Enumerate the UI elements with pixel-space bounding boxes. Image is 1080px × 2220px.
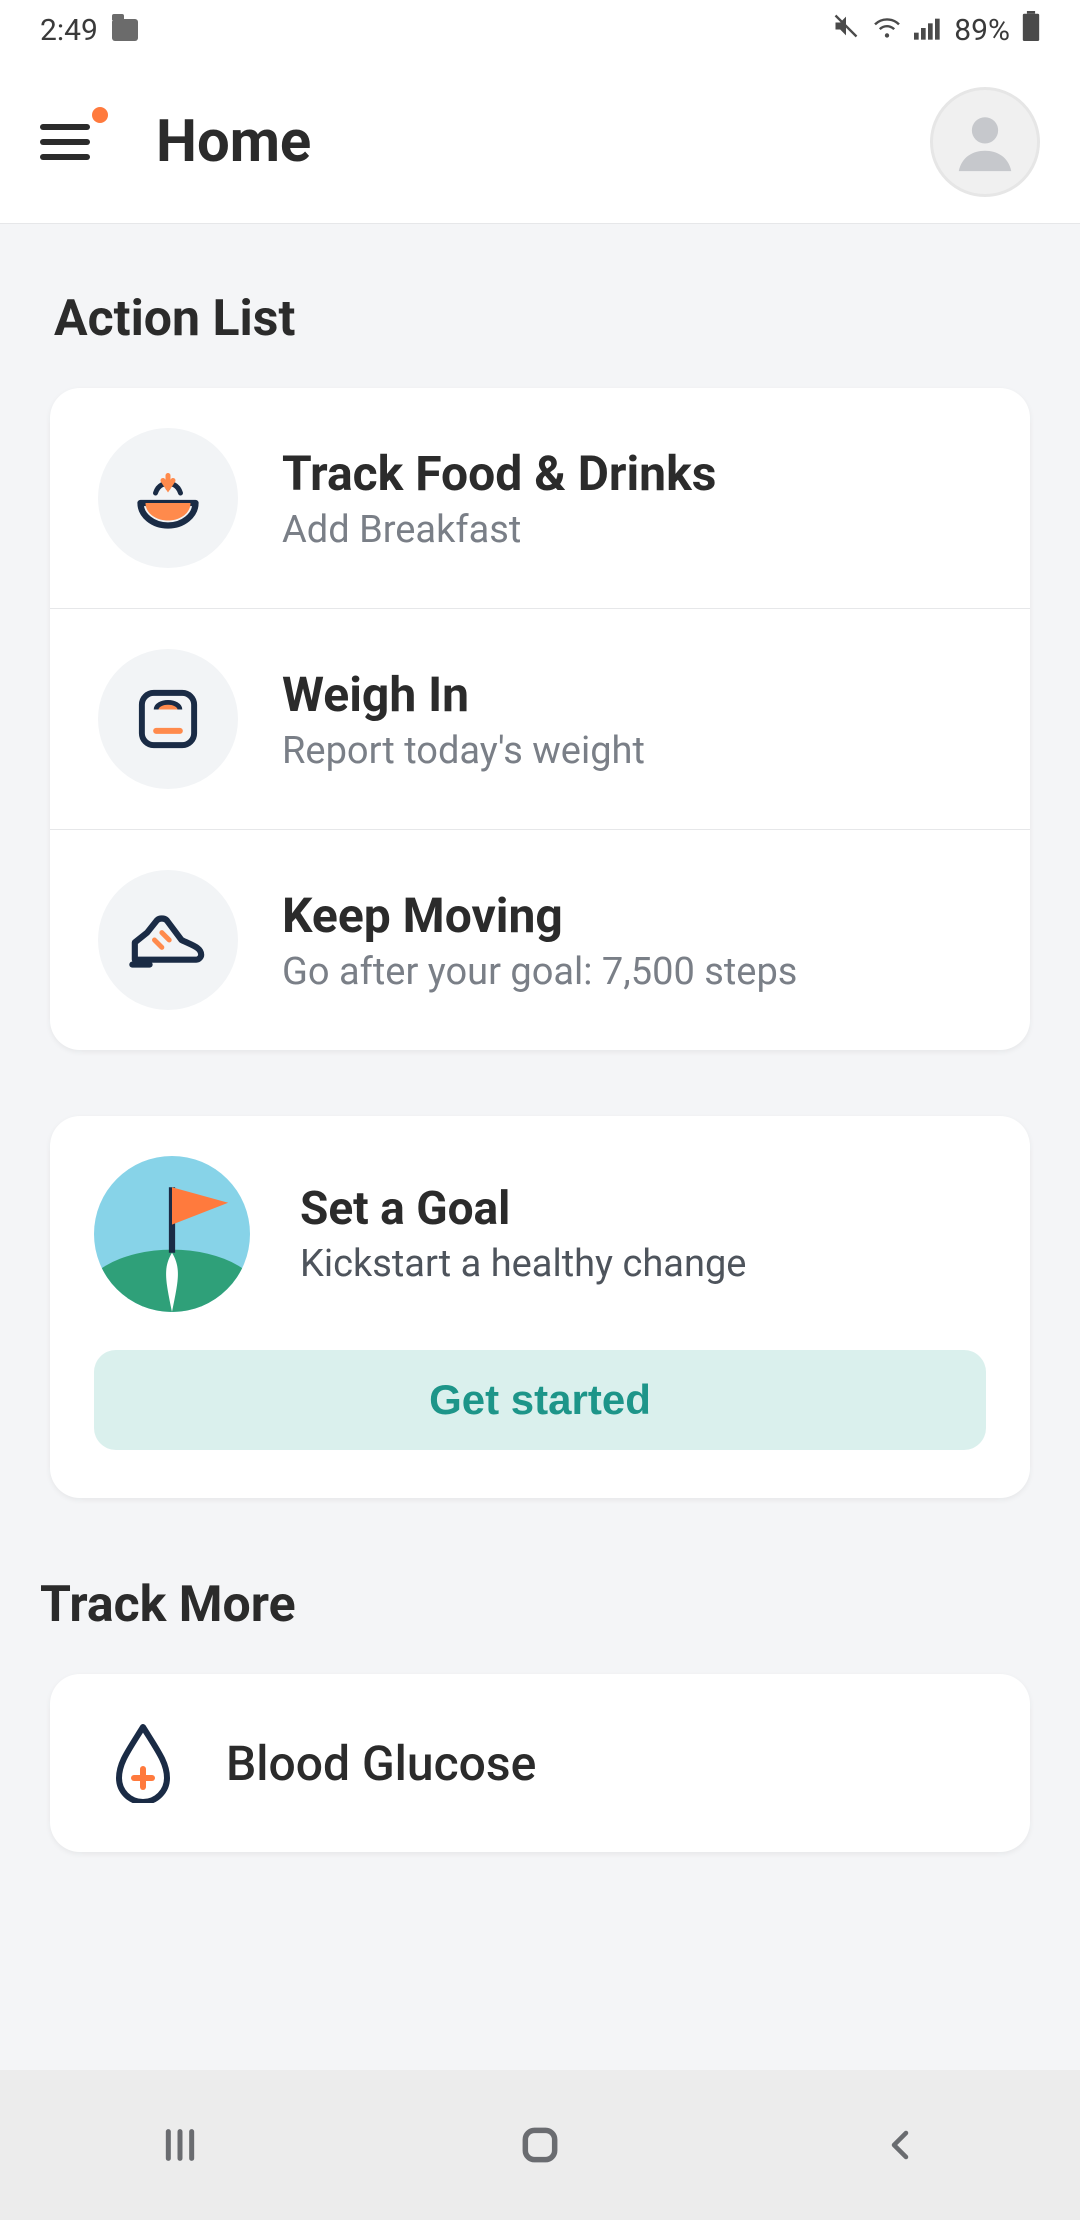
page-title: Home [156, 108, 311, 176]
action-title: Weigh In [282, 666, 645, 723]
action-subtitle: Go after your goal: 7,500 steps [282, 950, 797, 994]
action-track-food[interactable]: Track Food & Drinks Add Breakfast [50, 388, 1030, 608]
track-blood-glucose[interactable]: Blood Glucose [50, 1674, 1030, 1852]
goal-text: Set a Goal Kickstart a healthy change [300, 1182, 746, 1286]
status-bar: 2:49 89% [0, 0, 1080, 60]
action-list-card: Track Food & Drinks Add Breakfast Weigh … [50, 388, 1030, 1050]
home-button[interactable] [500, 2105, 580, 2185]
action-keep-moving-text: Keep Moving Go after your goal: 7,500 st… [282, 887, 797, 994]
action-track-food-text: Track Food & Drinks Add Breakfast [282, 445, 716, 552]
goal-title: Set a Goal [300, 1182, 746, 1236]
shoe-icon [98, 870, 238, 1010]
goal-subtitle: Kickstart a healthy change [300, 1242, 746, 1286]
recent-apps-button[interactable] [140, 2105, 220, 2185]
action-subtitle: Report today's weight [282, 729, 645, 773]
action-subtitle: Add Breakfast [282, 508, 716, 552]
track-more-card: Blood Glucose [50, 1674, 1030, 1852]
signal-icon [914, 13, 942, 48]
status-left: 2:49 [40, 13, 138, 48]
scale-icon [98, 649, 238, 789]
set-goal-card: Set a Goal Kickstart a healthy change Ge… [50, 1116, 1030, 1498]
app-header: Home [0, 60, 1080, 224]
section-title-track-more: Track More [0, 1498, 1080, 1674]
hamburger-icon [40, 124, 90, 160]
folder-icon [112, 19, 138, 41]
profile-avatar[interactable] [930, 87, 1040, 197]
battery-icon [1022, 11, 1040, 49]
status-right: 89% [832, 11, 1040, 49]
menu-button[interactable] [40, 117, 96, 167]
battery-text: 89% [954, 13, 1010, 48]
android-nav-bar [0, 2070, 1080, 2220]
action-keep-moving[interactable]: Keep Moving Go after your goal: 7,500 st… [50, 829, 1030, 1050]
back-button[interactable] [860, 2105, 940, 2185]
action-weigh-in[interactable]: Weigh In Report today's weight [50, 608, 1030, 829]
status-time: 2:49 [40, 13, 98, 48]
action-title: Track Food & Drinks [282, 445, 716, 502]
wifi-icon [872, 13, 902, 48]
action-title: Keep Moving [282, 887, 797, 944]
bowl-icon [98, 428, 238, 568]
mute-icon [832, 12, 860, 48]
section-title-action-list: Action List [0, 224, 1080, 388]
track-more-item-title: Blood Glucose [226, 1735, 536, 1792]
blood-drop-icon [108, 1718, 178, 1808]
get-started-button[interactable]: Get started [94, 1350, 986, 1450]
notification-dot-icon [92, 107, 108, 123]
action-weigh-in-text: Weigh In Report today's weight [282, 666, 645, 773]
goal-header: Set a Goal Kickstart a healthy change [94, 1156, 986, 1312]
avatar-icon [950, 107, 1020, 177]
flag-hill-icon [94, 1156, 250, 1312]
